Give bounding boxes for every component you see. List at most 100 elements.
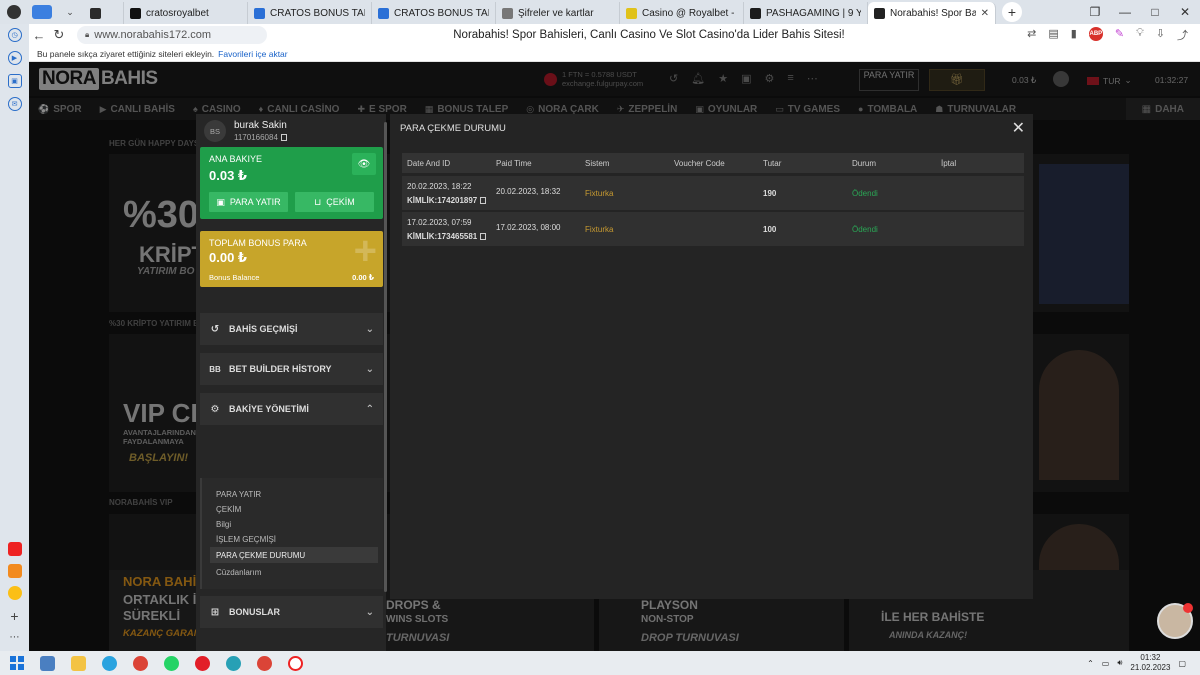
menu-bonuses[interactable]: ⊞ BONUSLAR ⌄ xyxy=(200,596,383,628)
submenu-wallets[interactable]: Cüzdanlarım xyxy=(216,568,261,577)
reader-icon[interactable]: ▤ xyxy=(1048,27,1058,43)
notifications-icon[interactable]: ▢ xyxy=(1178,659,1186,668)
bb-icon: BB xyxy=(209,364,221,374)
row-amount: 190 xyxy=(763,189,777,198)
eye-icon[interactable]: 👁︎ xyxy=(352,153,376,175)
chat-icon[interactable]: ✉ xyxy=(7,97,22,111)
tab-label: Şifreler ve kartlar xyxy=(518,7,594,19)
copy-icon[interactable] xyxy=(480,197,487,204)
import-favorites-link[interactable]: Favorileri içe aktar xyxy=(218,49,287,59)
panel-scrollbar[interactable] xyxy=(384,122,387,592)
app-icon[interactable]: ▣ xyxy=(7,74,22,88)
chrome-icon[interactable] xyxy=(133,655,148,671)
browser-tab[interactable]: Casino @ Royalbet - EN PO xyxy=(620,2,744,24)
row-system: Fixturka xyxy=(585,189,614,198)
browser-tab[interactable] xyxy=(84,2,124,24)
lock-icon: 🔒︎ xyxy=(85,30,90,39)
browser-menu-icon[interactable] xyxy=(0,0,28,24)
chevron-down-icon: ⌄ xyxy=(365,606,374,618)
back-arrow-icon[interactable]: ← xyxy=(29,28,49,43)
whatsapp-icon[interactable] xyxy=(164,655,179,671)
bookmarks-bar: Bu panele sıkça ziyaret ettiğiniz sitele… xyxy=(29,46,1200,62)
row-status: Ödendi xyxy=(852,225,878,234)
chrome-icon[interactable] xyxy=(257,655,272,671)
row-paid-time: 17.02.2023, 08:00 xyxy=(496,223,561,232)
system-clock[interactable]: 01:32 21.02.2023 xyxy=(1130,653,1170,673)
address-bar: ← ↻ 🔒︎ www.norabahis172.com Norabahis! S… xyxy=(29,24,1200,46)
browser-tab[interactable]: Norabahis! Spor Bahisle ✕ xyxy=(868,2,996,24)
close-window-button[interactable]: ✕ xyxy=(1170,5,1200,19)
submenu-deposit[interactable]: PARA YATIR xyxy=(216,490,261,499)
browser-tab[interactable]: Şifreler ve kartlar xyxy=(496,2,620,24)
col-date: Date And ID xyxy=(407,159,451,168)
tab-label: Casino @ Royalbet - EN PO xyxy=(642,7,737,19)
tab-group-button[interactable] xyxy=(28,0,56,24)
opera-icon[interactable] xyxy=(195,655,210,671)
submenu-withdrawal-status[interactable]: PARA ÇEKME DURUMU xyxy=(216,551,305,560)
url-field[interactable]: 🔒︎ www.norabahis172.com xyxy=(77,26,267,44)
history-icon: ↺ xyxy=(210,323,220,335)
account-panel: BS burak Sakin 1170166084 ANA BAKIYE 0.0… xyxy=(196,114,386,651)
tab-favicon-icon xyxy=(378,7,389,19)
submenu-info[interactable]: Bilgi xyxy=(216,520,231,529)
network-icon[interactable]: ▭ xyxy=(1102,659,1110,668)
chevron-up-icon: ⌃ xyxy=(365,403,374,415)
gear-icon: ⚙ xyxy=(210,403,220,415)
telegram-icon[interactable] xyxy=(102,655,117,671)
copy-icon[interactable] xyxy=(280,134,287,141)
balance-submenu: PARA YATIR ÇEKİM Bilgi İŞLEM GEÇMİŞİ PAR… xyxy=(200,478,383,589)
menu-bet-history[interactable]: ↺ BAHİS GEÇMİŞİ ⌄ xyxy=(200,313,383,345)
adblock-icon[interactable]: ABP xyxy=(1088,27,1103,41)
add-panel-icon[interactable]: + xyxy=(10,608,18,624)
globe-icon[interactable] xyxy=(226,655,241,671)
tab-close-icon[interactable]: ✕ xyxy=(981,8,989,19)
browser-sidebar: ◷ ▶ ▣ ✉ + ⋯ xyxy=(0,24,29,651)
volume-icon[interactable]: 🔊︎ xyxy=(1117,658,1122,668)
zen-icon[interactable] xyxy=(7,586,22,600)
minimize-button[interactable]: — xyxy=(1110,5,1140,19)
tab-favicon-icon xyxy=(750,7,761,19)
copy-icon[interactable] xyxy=(480,233,487,240)
live-chat-avatar[interactable] xyxy=(1157,603,1193,639)
menu-bet-builder-history[interactable]: BB BET BUİLDER HİSTORY ⌄ xyxy=(200,353,383,385)
bookmark-icon[interactable]: ▮ xyxy=(1071,27,1077,43)
more-icon[interactable]: ⋯ xyxy=(10,632,20,643)
gift-icon: ⊞ xyxy=(210,606,220,618)
play-icon[interactable]: ▶ xyxy=(7,51,22,65)
tab-favicon-icon xyxy=(626,7,637,19)
office-icon[interactable] xyxy=(7,564,22,578)
chevron-down-icon: ⌄ xyxy=(365,323,374,335)
deposit-button[interactable]: ▣ PARA YATIR xyxy=(209,192,288,212)
tab-list-chevron-icon[interactable]: ⌄ xyxy=(56,0,84,24)
website: NORA BAHIS 1 FTN = 0.5788 USDT exchange.… xyxy=(29,62,1200,651)
share-icon[interactable]: ⤴ xyxy=(1177,27,1188,43)
user-name: burak Sakin xyxy=(234,120,287,131)
maximize-button[interactable]: □ xyxy=(1140,5,1170,19)
file-explorer-icon[interactable] xyxy=(71,655,86,671)
yandex-icon[interactable] xyxy=(288,655,303,671)
browser-tab[interactable]: PASHAGAMING | 9 YILLIK xyxy=(744,2,868,24)
menu-balance-management[interactable]: ⚙ BAKİYE YÖNETİMİ ⌃ xyxy=(200,393,383,425)
history-clock-icon[interactable]: ◷ xyxy=(7,28,22,42)
browser-tab[interactable]: cratosroyalbet xyxy=(124,2,248,24)
withdrawal-status-modal: PARA ÇEKME DURUMU ✕ Date And ID Paid Tim… xyxy=(390,114,1033,599)
page-title: Norabahis! Spor Bahisleri, Canlı Casino … xyxy=(453,29,845,41)
youtube-icon[interactable] xyxy=(7,542,22,556)
submenu-withdraw[interactable]: ÇEKİM xyxy=(216,505,241,514)
windows-start-icon[interactable] xyxy=(10,656,24,670)
collections-icon[interactable]: ❐ xyxy=(1080,5,1110,19)
browser-tab[interactable]: CRATOS BONUS TALEP SİS xyxy=(372,2,496,24)
pen-icon[interactable]: ✎ xyxy=(1115,27,1124,43)
close-icon[interactable]: ✕ xyxy=(1012,118,1025,138)
desktop-icon[interactable] xyxy=(40,655,55,671)
new-tab-button[interactable]: + xyxy=(1002,2,1022,22)
reload-icon[interactable]: ↻ xyxy=(49,27,69,43)
downloads-icon[interactable]: ⇩ xyxy=(1156,27,1165,43)
row-date: 20.02.2023, 18:22 xyxy=(407,182,472,191)
tray-chevron-icon[interactable]: ⌃ xyxy=(1087,659,1094,668)
translate-icon[interactable]: ⇄ xyxy=(1027,27,1036,43)
browser-tab[interactable]: CRATOS BONUS TALEP SİS xyxy=(248,2,372,24)
submenu-transaction-history[interactable]: İŞLEM GEÇMİŞİ xyxy=(216,535,276,544)
withdraw-button[interactable]: ⊔ ÇEKİM xyxy=(295,192,374,212)
bulb-icon[interactable]: 💡︎ xyxy=(1136,27,1144,43)
